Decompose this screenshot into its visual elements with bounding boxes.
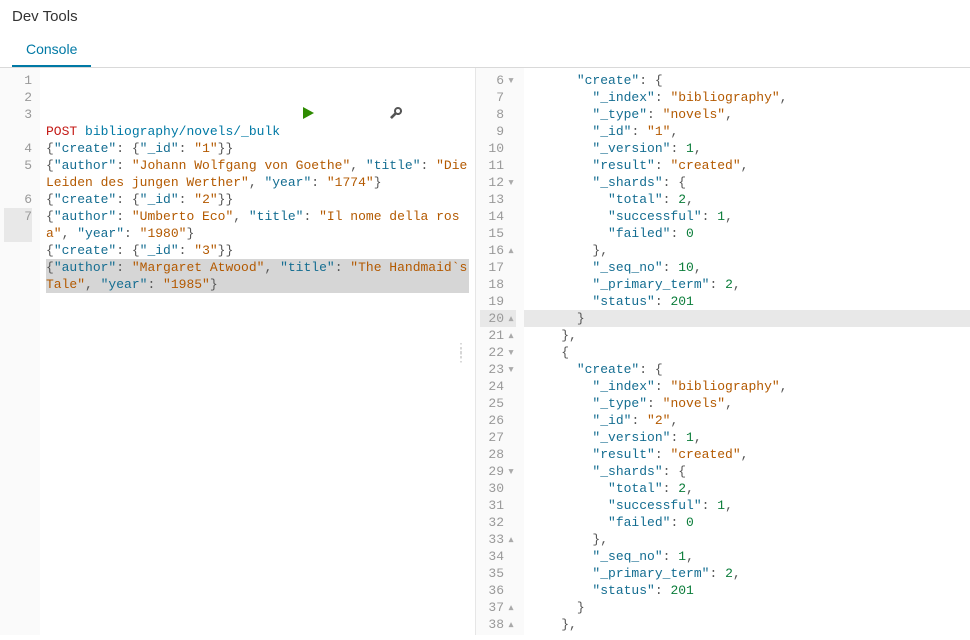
output-line[interactable]: "_version": 1, [530, 140, 964, 157]
line-number: 21▴ [480, 327, 516, 344]
line-number: 6▾ [480, 72, 516, 89]
line-number: 8 [480, 106, 516, 123]
line-number: 33▴ [480, 531, 516, 548]
output-line[interactable]: "total": 2, [530, 480, 964, 497]
wrench-icon[interactable] [389, 72, 467, 154]
output-line[interactable]: "result": "created", [530, 157, 964, 174]
line-number: 34 [480, 548, 516, 565]
line-number: 7 [480, 89, 516, 106]
output-line[interactable]: "_type": "novels", [530, 106, 964, 123]
output-line[interactable]: "_index": "bibliography", [530, 89, 964, 106]
line-number: 31 [480, 497, 516, 514]
line-number: 17 [480, 259, 516, 276]
output-line[interactable]: }, [530, 242, 964, 259]
line-number: 22▾ [480, 344, 516, 361]
line-number: 35 [480, 565, 516, 582]
output-line[interactable]: "_version": 1, [530, 429, 964, 446]
line-number: 26 [480, 412, 516, 429]
line-number: 14 [480, 208, 516, 225]
output-line[interactable]: } [524, 310, 970, 327]
line-number: 36 [480, 582, 516, 599]
line-number: 4 [4, 140, 32, 157]
line-number: 1 [4, 72, 32, 89]
output-line[interactable]: "_primary_term": 2, [530, 276, 964, 293]
output-line[interactable]: "_shards": { [530, 174, 964, 191]
line-number: 15 [480, 225, 516, 242]
line-number: 13 [480, 191, 516, 208]
tab-bar: Console [0, 31, 970, 67]
line-number: 6 [4, 191, 32, 208]
editor-line[interactable]: {"author": "Johann Wolfgang von Goethe",… [46, 157, 469, 191]
line-number: 3 [4, 106, 32, 140]
line-number: 32 [480, 514, 516, 531]
output-line[interactable]: "successful": 1, [530, 497, 964, 514]
editor-gutter: 1234567 [0, 68, 40, 635]
tab-console[interactable]: Console [12, 31, 91, 67]
line-number: 25 [480, 395, 516, 412]
editor-line[interactable]: {"author": "Margaret Atwood", "title": "… [46, 259, 469, 293]
output-line[interactable]: "_primary_term": 2, [530, 565, 964, 582]
output-gutter: 6▾7 8 9 10 11 12▾13 14 15 16▴17 18 19 20… [476, 68, 524, 635]
output-line[interactable]: "status": 201 [530, 582, 964, 599]
line-number: 37▴ [480, 599, 516, 616]
output-line[interactable]: "_index": "bibliography", [530, 378, 964, 395]
editor-line[interactable]: {"create": {"_id": "2"}} [46, 191, 469, 208]
editor-code[interactable]: POST bibliography/novels/_bulk{"create":… [40, 68, 475, 635]
output-line[interactable]: "create": { [530, 361, 964, 378]
line-number: 19 [480, 293, 516, 310]
line-number: 5 [4, 157, 32, 191]
editor-line[interactable]: {"create": {"_id": "3"}} [46, 242, 469, 259]
line-number: 11 [480, 157, 516, 174]
line-number: 2 [4, 89, 32, 106]
line-number: 7 [4, 208, 32, 242]
output-line[interactable]: } [530, 599, 964, 616]
output-line[interactable]: "_seq_no": 10, [530, 259, 964, 276]
line-number: 30 [480, 480, 516, 497]
output-line[interactable]: "result": "created", [530, 446, 964, 463]
line-number: 38▴ [480, 616, 516, 633]
output-line[interactable]: "successful": 1, [530, 208, 964, 225]
line-number: 20▴ [480, 310, 516, 327]
output-line[interactable]: "_type": "novels", [530, 395, 964, 412]
output-line[interactable]: }, [530, 327, 964, 344]
output-code[interactable]: "create": { "_index": "bibliography", "_… [524, 68, 970, 635]
pane-resize-handle[interactable]: ⋮⋮⋮ [454, 346, 469, 358]
output-line[interactable]: "status": 201 [530, 293, 964, 310]
editor-actions [301, 72, 467, 154]
output-line[interactable]: "failed": 0 [530, 514, 964, 531]
output-line[interactable]: "_id": "2", [530, 412, 964, 429]
output-line[interactable]: { [530, 344, 964, 361]
page-title: Dev Tools [0, 0, 970, 31]
output-line[interactable]: "_seq_no": 1, [530, 548, 964, 565]
output-line[interactable]: }, [530, 531, 964, 548]
editor-line[interactable]: {"author": "Umberto Eco", "title": "Il n… [46, 208, 469, 242]
line-number: 12▾ [480, 174, 516, 191]
response-output[interactable]: 6▾7 8 9 10 11 12▾13 14 15 16▴17 18 19 20… [476, 68, 970, 635]
output-line[interactable]: "total": 2, [530, 191, 964, 208]
line-number: 27 [480, 429, 516, 446]
line-number: 23▾ [480, 361, 516, 378]
output-line[interactable]: "_id": "1", [530, 123, 964, 140]
run-icon[interactable] [301, 72, 379, 154]
line-number: 9 [480, 123, 516, 140]
output-line[interactable]: "_shards": { [530, 463, 964, 480]
request-editor[interactable]: 1234567 POST bibliography/novels/_bulk{"… [0, 68, 476, 635]
line-number: 16▴ [480, 242, 516, 259]
split-panes: 1234567 POST bibliography/novels/_bulk{"… [0, 67, 970, 635]
line-number: 29▾ [480, 463, 516, 480]
output-line[interactable]: "create": { [530, 72, 964, 89]
line-number: 28 [480, 446, 516, 463]
output-line[interactable]: }, [530, 616, 964, 633]
line-number: 18 [480, 276, 516, 293]
line-number: 10 [480, 140, 516, 157]
output-line[interactable]: "failed": 0 [530, 225, 964, 242]
line-number: 24 [480, 378, 516, 395]
